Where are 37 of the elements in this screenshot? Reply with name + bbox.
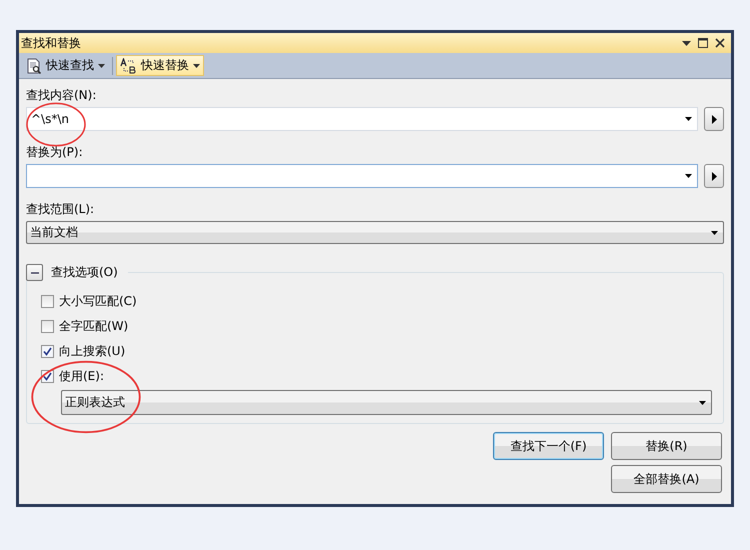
caret-icon [699,400,706,404]
play-icon [712,114,716,124]
expression-builder-button[interactable] [704,164,724,188]
checkbox-label: 大小写匹配(C) [59,292,137,310]
search-mode-dropdown[interactable]: 正则表达式 [61,390,712,415]
close-icon[interactable] [715,38,725,48]
find-field[interactable]: ^\s*\n [26,107,698,131]
group-title: 查找选项(O) [51,264,118,281]
window-title: 查找和替换 [21,34,81,52]
maximize-icon[interactable] [698,38,708,48]
toolbar-button[interactable]: 快速替换 [116,55,204,76]
checkbox-label: 全字匹配(W) [59,318,128,334]
field-label: 替换为(P): [26,145,83,160]
caret-icon [685,117,692,121]
checkbox[interactable] [41,320,54,332]
expression-builder-button[interactable] [704,107,724,131]
caret-icon [193,64,200,68]
replace-icon [120,58,137,74]
field-label: 查找范围(L): [26,202,94,217]
replace-field[interactable] [26,164,698,188]
caret-icon [98,64,105,68]
checkbox[interactable] [41,294,54,308]
replace-button[interactable]: 替换(R) [611,432,722,460]
scope-dropdown[interactable]: 当前文档 [26,221,724,244]
checkbox-label: 向上搜索(U) [59,342,126,360]
play-icon [712,172,716,180]
toolbar-button[interactable]: 快速查找 [23,55,109,76]
field-label: 查找内容(N): [26,88,96,103]
replace-all-button[interactable]: 全部替换(A) [611,465,722,493]
caret-icon [685,174,692,178]
collapse-button[interactable] [26,264,43,281]
dropdown-icon[interactable] [682,40,691,46]
checkbox-label: 使用(E): [59,368,104,384]
caret-icon [711,230,718,234]
checkbox[interactable] [41,344,54,358]
document-search-icon [27,58,42,74]
find-next-button[interactable]: 查找下一个(F) [493,432,604,460]
